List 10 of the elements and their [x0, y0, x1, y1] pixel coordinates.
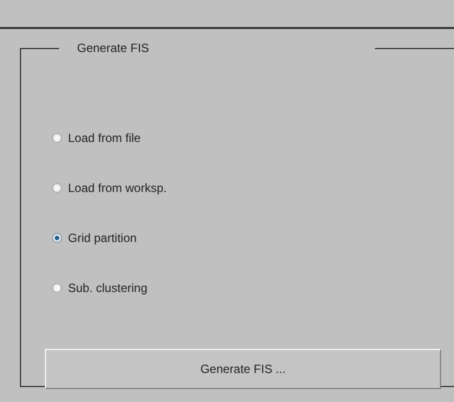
radio-button-icon[interactable]: [52, 283, 62, 293]
radio-button-icon[interactable]: [52, 183, 62, 193]
radio-option[interactable]: Sub. clustering: [52, 281, 454, 295]
radio-option[interactable]: Load from worksp.: [52, 181, 454, 195]
panel-title: Generate FIS: [76, 41, 150, 55]
generate-button[interactable]: Generate FIS ...: [45, 349, 441, 389]
radio-option[interactable]: Grid partition: [52, 231, 454, 245]
radio-button-icon[interactable]: [52, 133, 62, 143]
radio-option[interactable]: Load from file: [52, 131, 454, 145]
radio-button-icon[interactable]: [52, 233, 62, 243]
